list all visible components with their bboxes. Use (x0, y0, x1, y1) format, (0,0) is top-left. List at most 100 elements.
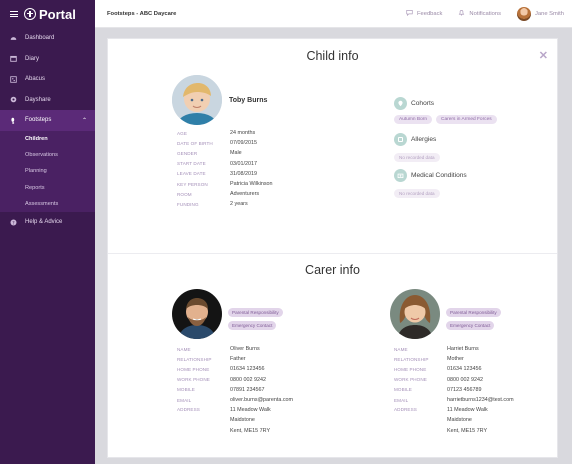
detail-value: 2 years (230, 201, 248, 208)
sidebar-item-help[interactable]: ? Help & Advice (0, 212, 95, 233)
detail-row: MOBILE 07891 234567 (177, 385, 293, 395)
detail-value: 07891 234567 (230, 386, 265, 393)
user-menu[interactable]: Jane Smith (517, 6, 564, 21)
detail-row: KEY PERSON Patricia Wilkinson (177, 179, 273, 189)
feedback-label: Feedback (416, 10, 443, 17)
sidebar-item-label: Abacus (25, 76, 46, 83)
email-link[interactable]: oliver.burns@parenta.com (230, 397, 293, 403)
carer-details-mother: NAME Harriet Burns RELATIONSHIP Mother HOM… (394, 344, 514, 436)
detail-key: HOME PHONE (177, 366, 210, 372)
email-link[interactable]: harrietburns1234@test.com (447, 397, 514, 403)
cohort-tag: Carers in Armed Forces (436, 115, 497, 124)
abacus-icon (10, 76, 17, 83)
address-line: Maidstone (230, 417, 255, 424)
detail-key: WORK PHONE (394, 377, 427, 383)
address-line: Kent, ME15 7RY (447, 427, 488, 434)
sidebar-subitem-observations[interactable]: Observations (0, 147, 95, 163)
detail-row: START DATE 03/01/2017 (177, 159, 273, 169)
sidebar-item-label: Diary (25, 55, 40, 62)
detail-key: LEAVE DATE (177, 171, 206, 177)
detail-row: RELATIONSHIP Mother (394, 354, 514, 364)
logo[interactable]: Portal (24, 7, 76, 22)
sidebar-item-footsteps[interactable]: Footsteps ⌃ (0, 110, 95, 131)
menu-icon[interactable] (10, 11, 18, 17)
portal-logo-icon (24, 8, 36, 20)
carer-tag: Parental Responsibility (446, 308, 501, 317)
bell-icon (458, 9, 465, 18)
detail-row: NAME Harriet Burns (394, 344, 514, 354)
detail-key: RELATIONSHIP (177, 356, 212, 362)
sidebar-item-label: Dayshare (25, 96, 51, 103)
notifications-label: Notifications (469, 10, 501, 17)
cohort-tag: Autumn Born (394, 115, 432, 124)
detail-key: EMAIL (177, 397, 192, 403)
detail-row: WORK PHONE 0800 002 9242 (394, 375, 514, 385)
detail-row: HOME PHONE 01634 123456 (394, 364, 514, 374)
detail-value: Adventurers (230, 191, 260, 198)
notifications-link[interactable]: Notifications (458, 9, 501, 18)
sidebar-submenu: Children Observations Planning Reports A… (0, 130, 95, 212)
detail-value: Harriet Burns (447, 346, 479, 353)
address-row: ADDRESS 11 Meadow Walk Maidstone Kent, M… (394, 405, 514, 436)
sidebar-item-dashboard[interactable]: Dashboard (0, 28, 95, 49)
carer-tags: Parental Responsibility Emergency Contac… (228, 308, 283, 330)
carer-tag: Emergency Contact (446, 321, 495, 330)
feedback-link[interactable]: Feedback (406, 9, 442, 18)
detail-row: NAME Oliver Burns (177, 344, 293, 354)
detail-row: WORK PHONE 0800 002 9242 (177, 375, 293, 385)
detail-key: ADDRESS (394, 407, 417, 413)
sidebar-nav: Dashboard Diary Abacus Dayshare Footstep… (0, 28, 95, 232)
detail-value: 0800 002 9242 (230, 376, 266, 383)
carer-tag: Parental Responsibility (228, 308, 283, 317)
sidebar-subitem-assessments[interactable]: Assessments (0, 196, 95, 212)
carer-info-title: Carer info (305, 263, 360, 277)
cohort-tags: Autumn Born Carers in Armed Forces (394, 115, 497, 124)
address-line: 11 Meadow Walk (447, 407, 488, 414)
detail-value: 01634 123456 (230, 366, 265, 373)
carer-details-father: NAME Oliver Burns RELATIONSHIP Father HOME… (177, 344, 293, 436)
address-line: Maidstone (447, 417, 472, 424)
address-line: 11 Meadow Walk (230, 407, 271, 414)
detail-key: KEY PERSON (177, 181, 208, 187)
detail-key: MOBILE (394, 387, 412, 393)
detail-value: 24 months (230, 130, 256, 137)
topbar: Footsteps - ABC Daycare Feedback Notific… (95, 0, 572, 28)
medical-label: Medical Conditions (411, 172, 467, 179)
sidebar-subitem-planning[interactable]: Planning (0, 163, 95, 179)
detail-key: RELATIONSHIP (394, 356, 429, 362)
detail-key: GENDER (177, 150, 198, 156)
sidebar-subitem-reports[interactable]: Reports (0, 179, 95, 195)
feedback-icon (406, 9, 413, 18)
carer-tag: Emergency Contact (228, 321, 277, 330)
detail-value: Male (230, 150, 242, 157)
address-block: 11 Meadow Walk Maidstone Kent, ME15 7RY (230, 405, 271, 436)
sidebar-subitem-children[interactable]: Children (0, 131, 95, 147)
detail-key: EMAIL (394, 397, 409, 403)
child-info-title: Child info (306, 49, 359, 63)
detail-row: ROOM Adventurers (177, 189, 273, 199)
child-profile-card: Child info ✕ Toby Burns AGE 24 months DAT… (107, 38, 558, 458)
detail-row: HOME PHONE 01634 123456 (177, 364, 293, 374)
medical-section: Medical Conditions No recorded data (394, 169, 467, 200)
section-divider (108, 253, 557, 254)
breadcrumb[interactable]: Footsteps - ABC Daycare (95, 11, 176, 17)
brand-name: Portal (39, 6, 76, 22)
cohorts-icon (394, 97, 407, 110)
brand-bar: Portal (0, 0, 95, 28)
detail-value: Patricia Wilkinson (230, 181, 273, 188)
sidebar-item-diary[interactable]: Diary (0, 49, 95, 70)
close-icon[interactable]: ✕ (539, 49, 548, 62)
detail-key: MOBILE (177, 387, 195, 393)
detail-key: WORK PHONE (177, 377, 210, 383)
detail-key: HOME PHONE (394, 366, 427, 372)
sidebar-item-abacus[interactable]: Abacus (0, 69, 95, 90)
detail-key: NAME (177, 346, 191, 352)
user-name: Jane Smith (535, 10, 564, 17)
sidebar-item-label: Dashboard (25, 35, 55, 42)
sidebar-item-dayshare[interactable]: Dayshare (0, 90, 95, 111)
cohorts-section: Cohorts Autumn Born Carers in Armed Forc… (394, 97, 497, 124)
sidebar-item-label: Help & Advice (25, 219, 63, 226)
detail-row: RELATIONSHIP Father (177, 354, 293, 364)
detail-value: 31/08/2019 (230, 170, 257, 177)
detail-value: Oliver Burns (230, 346, 260, 353)
